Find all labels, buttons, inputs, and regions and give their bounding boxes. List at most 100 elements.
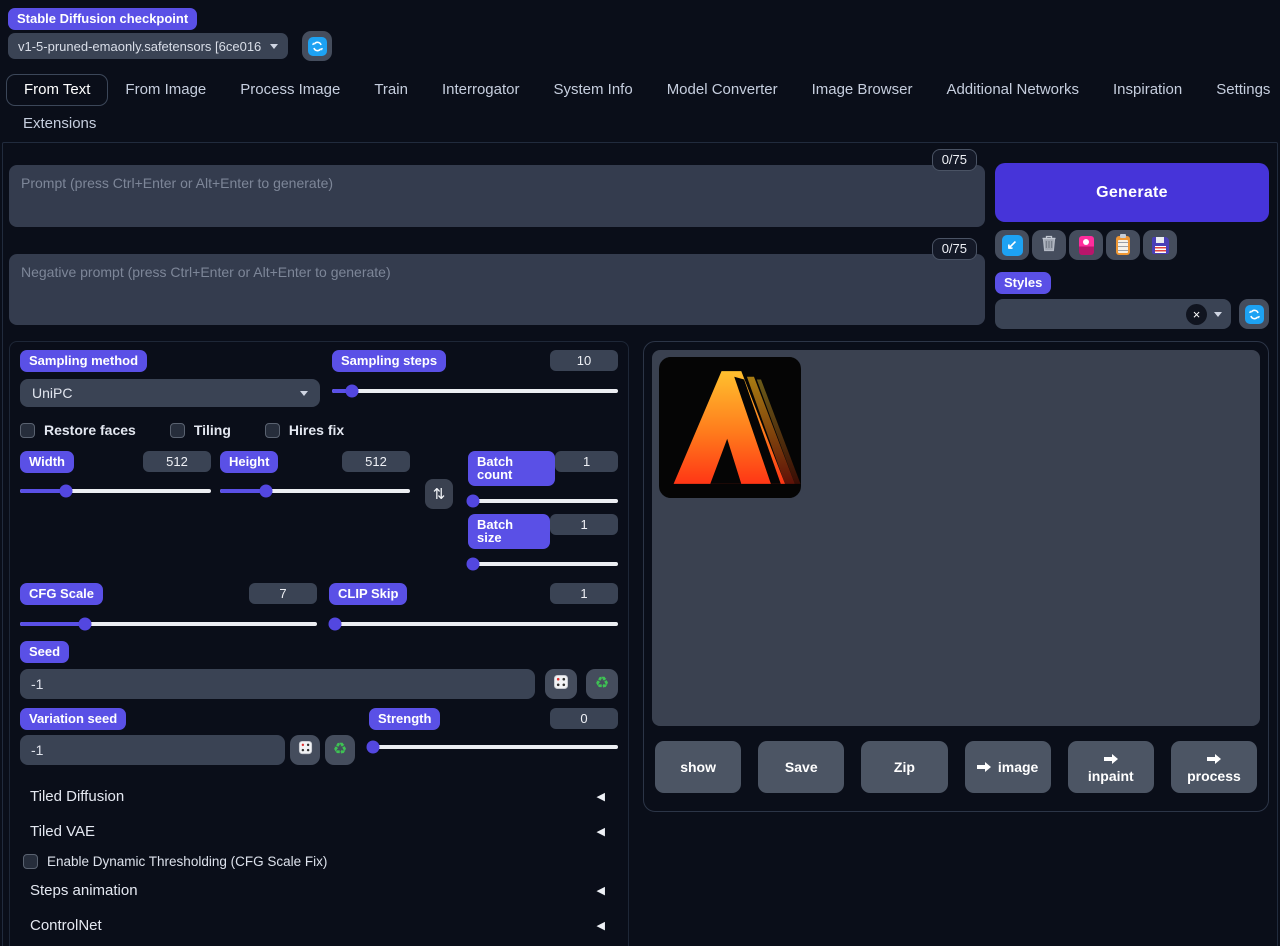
random-seed-button[interactable] [545, 669, 577, 699]
hires-fix-checkbox[interactable]: Hires fix [265, 422, 344, 438]
refresh-styles-button[interactable] [1239, 299, 1269, 329]
cfg-scale-value[interactable]: 7 [249, 583, 317, 604]
tab-process-image[interactable]: Process Image [223, 75, 357, 105]
tab-inspiration[interactable]: Inspiration [1096, 75, 1199, 105]
slider-thumb[interactable] [466, 495, 479, 508]
clipboard-icon [1116, 236, 1130, 255]
anapnoe-logo-icon [659, 357, 801, 498]
output-gallery [652, 350, 1260, 726]
batch-size-value[interactable]: 1 [550, 514, 618, 535]
clip-skip-label: CLIP Skip [329, 583, 407, 605]
refresh-icon [308, 37, 327, 56]
height-slider[interactable] [220, 489, 410, 493]
generate-button[interactable]: Generate [995, 163, 1269, 222]
card-picture-icon [1079, 236, 1094, 255]
negative-prompt-token-counter: 0/75 [932, 238, 977, 260]
checkbox-icon [265, 423, 280, 438]
swap-dimensions-button[interactable]: ⇅ [425, 479, 453, 509]
restore-faces-checkbox[interactable]: Restore faces [20, 422, 136, 438]
tab-from-image[interactable]: From Image [108, 75, 223, 105]
cfg-scale-slider[interactable] [20, 622, 317, 626]
dynamic-thresholding-checkbox[interactable]: Enable Dynamic Thresholding (CFG Scale F… [20, 849, 618, 873]
slider-thumb[interactable] [328, 618, 341, 631]
preview-image[interactable] [659, 357, 801, 498]
batch-size-slider[interactable] [468, 562, 618, 566]
width-label: Width [20, 451, 74, 473]
save-style-button[interactable] [1143, 230, 1177, 260]
reuse-seed-button[interactable]: ♻ [586, 669, 618, 699]
header: Stable Diffusion checkpoint v1-5-pruned-… [0, 0, 1280, 61]
tiling-checkbox[interactable]: Tiling [170, 422, 231, 438]
tab-model-converter[interactable]: Model Converter [650, 75, 795, 105]
tab-extensions[interactable]: Extensions [6, 109, 113, 139]
recycle-icon: ♻ [333, 742, 347, 758]
accordion-controlnet[interactable]: ControlNet ◀ [20, 908, 618, 943]
random-variation-seed-button[interactable] [290, 735, 320, 765]
tab-train[interactable]: Train [357, 75, 425, 105]
styles-dropdown[interactable]: × [995, 299, 1231, 329]
slider-thumb[interactable] [346, 385, 359, 398]
send-to-process-button[interactable]: process [1171, 741, 1257, 793]
variation-seed-input[interactable] [20, 735, 285, 765]
stable-diffusion-webui: Stable Diffusion checkpoint v1-5-pruned-… [0, 0, 1280, 946]
clear-styles-icon[interactable]: × [1186, 304, 1207, 325]
batch-count-value[interactable]: 1 [555, 451, 618, 472]
tab-image-browser[interactable]: Image Browser [795, 75, 930, 105]
prompt-input[interactable] [9, 165, 985, 227]
arrow-down-left-icon: ↙ [1002, 235, 1023, 256]
clear-prompt-button[interactable] [1032, 230, 1066, 260]
read-parameters-button[interactable]: ↙ [995, 230, 1029, 260]
height-label: Height [220, 451, 278, 473]
zip-button[interactable]: Zip [861, 741, 947, 793]
width-slider[interactable] [20, 489, 211, 493]
arrow-right-icon [1207, 752, 1221, 766]
slider-thumb[interactable] [366, 741, 379, 754]
strength-slider[interactable] [369, 745, 618, 749]
chevron-down-icon [1214, 312, 1222, 317]
checkpoint-dropdown[interactable]: v1-5-pruned-emaonly.safetensors [6ce016 [8, 33, 288, 59]
styles-label: Styles [995, 272, 1051, 294]
show-button[interactable]: show [655, 741, 741, 793]
tab-interrogator[interactable]: Interrogator [425, 75, 537, 105]
slider-thumb[interactable] [59, 485, 72, 498]
apply-styles-button[interactable] [1106, 230, 1140, 260]
send-to-image-button[interactable]: image [965, 741, 1051, 793]
height-value[interactable]: 512 [342, 451, 410, 472]
seed-input[interactable] [20, 669, 535, 699]
dice-icon [298, 740, 313, 760]
reuse-variation-seed-button[interactable]: ♻ [325, 735, 355, 765]
prompt-token-counter: 0/75 [932, 149, 977, 171]
tab-settings[interactable]: Settings [1199, 75, 1280, 105]
slider-thumb[interactable] [466, 558, 479, 571]
chevron-down-icon [300, 391, 308, 396]
width-value[interactable]: 512 [143, 451, 211, 472]
sampling-steps-value[interactable]: 10 [550, 350, 618, 371]
swap-arrows-icon: ⇅ [433, 485, 446, 503]
accordion-steps-animation[interactable]: Steps animation ◀ [20, 873, 618, 908]
negative-prompt-input[interactable] [9, 254, 985, 325]
slider-thumb[interactable] [79, 618, 92, 631]
tab-from-text[interactable]: From Text [6, 74, 108, 106]
send-to-inpaint-button[interactable]: inpaint [1068, 741, 1154, 793]
sampling-method-value: UniPC [32, 385, 72, 401]
tab-system-info[interactable]: System Info [536, 75, 649, 105]
settings-column: Sampling method UniPC Sampling steps 10 [9, 341, 629, 946]
accordion-tiled-diffusion[interactable]: Tiled Diffusion ◀ [20, 779, 618, 814]
chevron-down-icon [270, 44, 278, 49]
batch-count-slider[interactable] [468, 499, 618, 503]
clip-skip-value[interactable]: 1 [550, 583, 618, 604]
batch-count-label: Batch count [468, 451, 555, 486]
sampling-method-dropdown[interactable]: UniPC [20, 379, 320, 407]
checkpoint-label: Stable Diffusion checkpoint [8, 8, 197, 30]
tab-additional-networks[interactable]: Additional Networks [929, 75, 1096, 105]
slider-thumb[interactable] [259, 485, 272, 498]
clip-skip-slider[interactable] [329, 622, 618, 626]
strength-value[interactable]: 0 [550, 708, 618, 729]
save-button[interactable]: Save [758, 741, 844, 793]
accordion-tiled-vae[interactable]: Tiled VAE ◀ [20, 814, 618, 849]
dice-icon [553, 674, 569, 695]
sampling-steps-slider[interactable] [332, 389, 618, 393]
extra-networks-button[interactable] [1069, 230, 1103, 260]
cfg-scale-label: CFG Scale [20, 583, 103, 605]
refresh-checkpoints-button[interactable] [302, 31, 332, 61]
